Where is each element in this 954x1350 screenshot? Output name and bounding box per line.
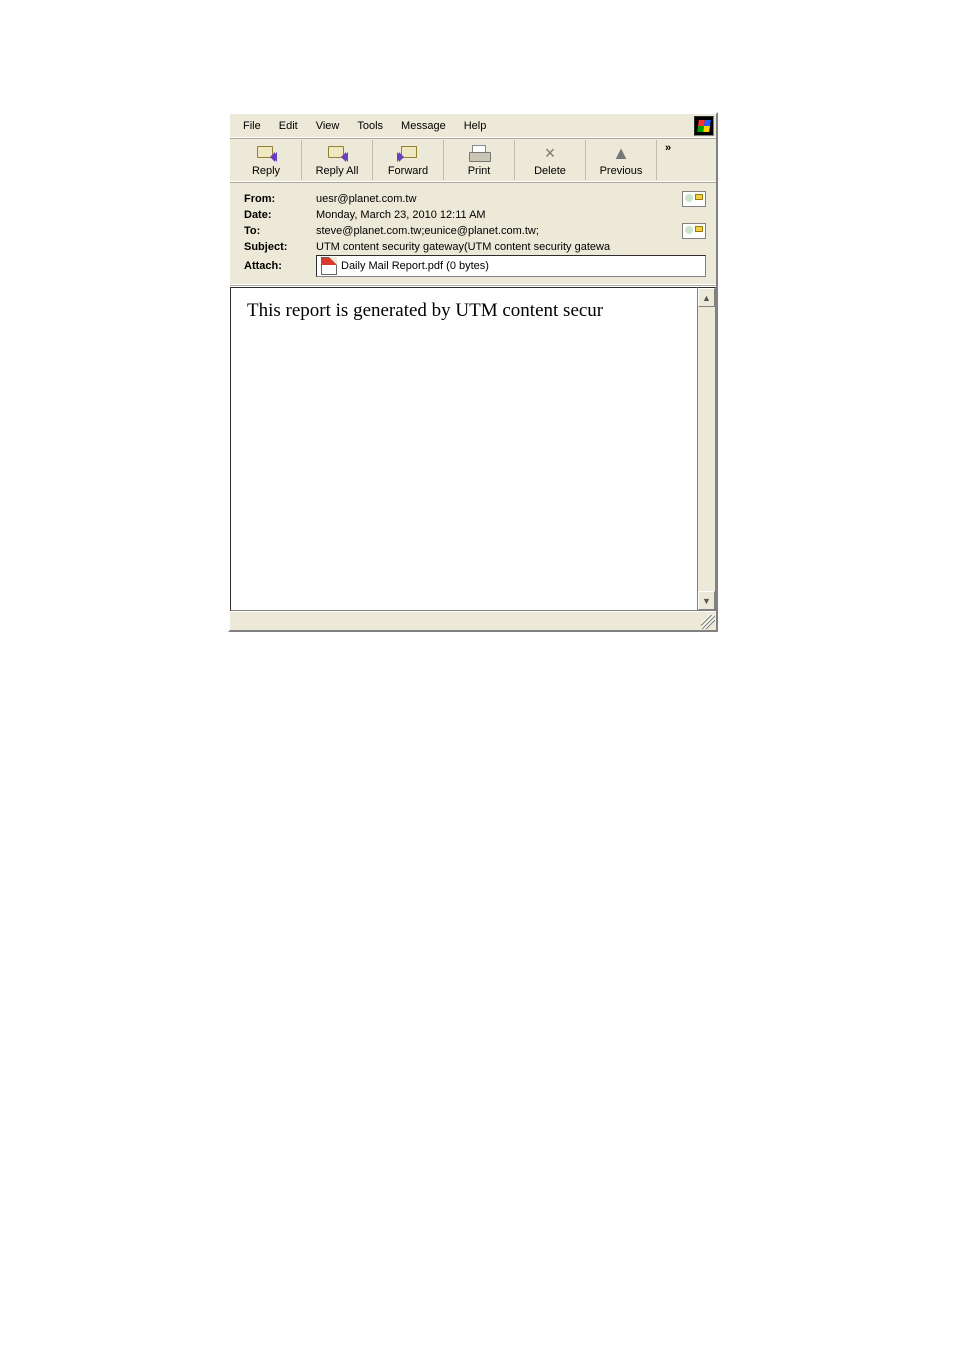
date-value: Monday, March 23, 2010 12:11 AM bbox=[316, 209, 706, 221]
print-label: Print bbox=[468, 165, 491, 177]
menubar: File Edit View Tools Message Help bbox=[230, 114, 716, 139]
scroll-up-button[interactable]: ▲ bbox=[698, 288, 715, 307]
attachment-field[interactable]: Daily Mail Report.pdf (0 bytes) bbox=[316, 255, 706, 277]
delete-label: Delete bbox=[534, 165, 566, 177]
menu-file[interactable]: File bbox=[234, 117, 270, 135]
menu-edit[interactable]: Edit bbox=[270, 117, 307, 135]
contact-card-icon[interactable] bbox=[682, 191, 706, 207]
previous-icon: ▲ bbox=[612, 142, 630, 164]
menu-view[interactable]: View bbox=[307, 117, 349, 135]
menu-message[interactable]: Message bbox=[392, 117, 455, 135]
toolbar: Reply Reply All Forward Print × Delete ▲… bbox=[230, 139, 716, 183]
reply-icon bbox=[255, 142, 277, 164]
menu-help[interactable]: Help bbox=[455, 117, 496, 135]
scroll-track[interactable] bbox=[698, 307, 715, 591]
resize-grip-icon[interactable] bbox=[701, 615, 715, 629]
statusbar bbox=[230, 611, 716, 630]
print-icon bbox=[469, 142, 489, 164]
message-body-area: This report is generated by UTM content … bbox=[230, 286, 716, 611]
windows-logo-icon bbox=[694, 116, 714, 136]
reply-button[interactable]: Reply bbox=[231, 140, 302, 180]
reply-all-label: Reply All bbox=[316, 165, 359, 177]
scroll-down-button[interactable]: ▼ bbox=[698, 591, 715, 610]
from-value: uesr@planet.com.tw bbox=[316, 193, 682, 205]
toolbar-overflow-button[interactable]: » bbox=[657, 140, 679, 180]
reply-all-icon bbox=[326, 142, 348, 164]
message-body[interactable]: This report is generated by UTM content … bbox=[230, 287, 697, 611]
subject-value: UTM content security gateway(UTM content… bbox=[316, 241, 706, 253]
reply-all-button[interactable]: Reply All bbox=[302, 140, 373, 180]
delete-icon: × bbox=[545, 142, 556, 164]
forward-icon bbox=[397, 142, 419, 164]
vertical-scrollbar[interactable]: ▲ ▼ bbox=[697, 287, 716, 611]
contact-card-icon[interactable] bbox=[682, 223, 706, 239]
from-label: From: bbox=[244, 193, 316, 205]
previous-label: Previous bbox=[600, 165, 643, 177]
forward-button[interactable]: Forward bbox=[373, 140, 444, 180]
subject-label: Subject: bbox=[244, 241, 316, 253]
to-label: To: bbox=[244, 225, 316, 237]
delete-button[interactable]: × Delete bbox=[515, 140, 586, 180]
to-value: steve@planet.com.tw;eunice@planet.com.tw… bbox=[316, 225, 682, 237]
previous-button[interactable]: ▲ Previous bbox=[586, 140, 657, 180]
message-headers: From: uesr@planet.com.tw Date: Monday, M… bbox=[230, 183, 716, 286]
print-button[interactable]: Print bbox=[444, 140, 515, 180]
menu-tools[interactable]: Tools bbox=[348, 117, 392, 135]
email-message-window: File Edit View Tools Message Help Reply … bbox=[228, 112, 718, 632]
attach-label: Attach: bbox=[244, 260, 316, 272]
pdf-icon bbox=[321, 257, 337, 275]
forward-label: Forward bbox=[388, 165, 428, 177]
attachment-name: Daily Mail Report.pdf (0 bytes) bbox=[341, 260, 489, 272]
reply-label: Reply bbox=[252, 165, 280, 177]
date-label: Date: bbox=[244, 209, 316, 221]
